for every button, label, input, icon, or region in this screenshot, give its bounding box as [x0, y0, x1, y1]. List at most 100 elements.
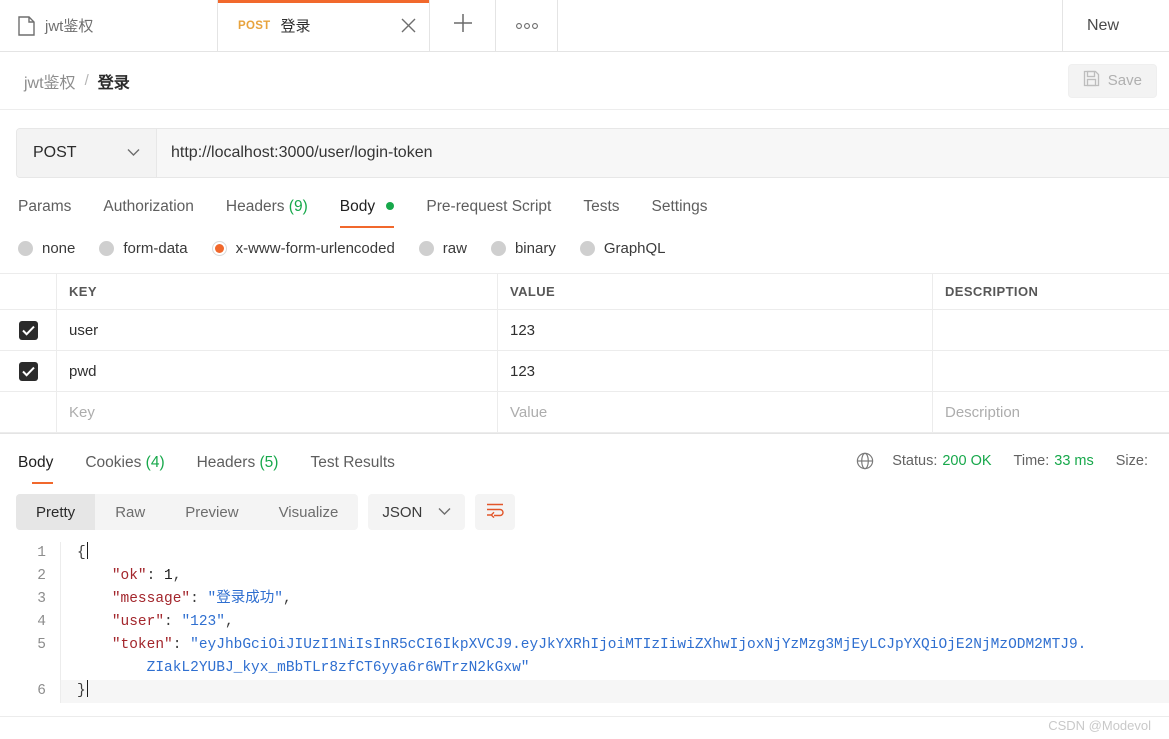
json-colon: :	[146, 568, 165, 584]
url-bar-row: POST http://localhost:3000/user/login-to…	[0, 110, 1169, 178]
globe-icon	[856, 452, 874, 470]
header-key-label: KEY	[69, 284, 97, 299]
response-tab-headers-label: Headers	[196, 454, 256, 471]
tab-request-label: 登录	[280, 18, 311, 35]
tab-bar: jwt鉴权 POST 登录 New	[0, 0, 1169, 52]
response-tab-test-results[interactable]: Test Results	[294, 448, 410, 484]
table-row[interactable]: pwd 123	[0, 351, 1169, 392]
header-description-label: DESCRIPTION	[945, 284, 1039, 299]
checkbox-checked-icon[interactable]	[18, 361, 38, 381]
row-description-cell[interactable]	[933, 351, 1169, 391]
response-body-code[interactable]: 1 { 2 "ok": 1, 3 "message": "登录成功", 4 "u…	[0, 542, 1169, 703]
tab-headers[interactable]: Headers (9)	[210, 192, 324, 228]
response-tab-headers[interactable]: Headers (5)	[181, 448, 295, 484]
table-row[interactable]: user 123	[0, 310, 1169, 351]
tab-pre-request-script[interactable]: Pre-request Script	[410, 192, 567, 228]
body-type-urlencoded[interactable]: x-www-form-urlencoded	[211, 240, 395, 257]
view-mode-raw[interactable]: Raw	[95, 494, 165, 530]
postman-window: jwt鉴权 POST 登录 New jwt鉴权 / 登录 Save POST h…	[0, 0, 1169, 739]
method-select[interactable]: POST	[17, 129, 157, 177]
request-tabs: Params Authorization Headers (9) Body Pr…	[0, 178, 1169, 228]
json-key: "ok"	[111, 568, 147, 584]
placeholder-key-cell[interactable]: Key	[57, 392, 498, 432]
breadcrumb-parent[interactable]: jwt鉴权	[24, 69, 76, 93]
row-checkbox-cell	[0, 310, 57, 350]
placeholder-key-text: Key	[69, 403, 95, 421]
tab-bar-filler	[558, 0, 1062, 51]
placeholder-description-cell[interactable]: Description	[933, 392, 1169, 432]
new-tab-button[interactable]	[430, 0, 496, 51]
chevron-down-icon	[438, 505, 451, 519]
row-key-cell[interactable]: pwd	[57, 351, 498, 391]
breadcrumb-bar: jwt鉴权 / 登录 Save	[0, 52, 1169, 110]
watermark: CSDN @Modevol	[1048, 718, 1151, 733]
response-tab-body[interactable]: Body	[16, 448, 69, 484]
row-value-value: 123	[510, 362, 536, 380]
json-comma: ,	[224, 614, 234, 630]
tab-pre-request-script-label: Pre-request Script	[426, 198, 552, 215]
json-value-wrapped-1: "eyJhbGciOiJIUzI1NiIsInR5cCI6IkpXVCJ9.ey…	[190, 637, 1087, 653]
plus-icon	[452, 10, 474, 41]
new-button[interactable]: New	[1062, 0, 1169, 51]
code-line-content: "token": "eyJhbGciOiJIUzI1NiIsInR5cCI6Ik…	[60, 634, 1169, 657]
tab-tests[interactable]: Tests	[567, 192, 635, 228]
body-type-raw-label: raw	[442, 240, 467, 257]
tab-collection-label: jwt鉴权	[45, 18, 94, 35]
row-value-cell[interactable]: 123	[498, 310, 933, 350]
ellipsis-icon	[514, 19, 540, 33]
row-checkbox-cell	[0, 351, 57, 391]
view-mode-raw-label: Raw	[115, 503, 146, 521]
tab-settings[interactable]: Settings	[636, 192, 724, 228]
body-type-form-data[interactable]: form-data	[99, 240, 188, 257]
word-wrap-button[interactable]	[475, 494, 516, 530]
response-tab-body-label: Body	[18, 454, 54, 471]
breadcrumb-current[interactable]: 登录	[98, 69, 130, 93]
body-params-table: KEY VALUE DESCRIPTION user 123 pwd 123 K…	[0, 273, 1169, 433]
save-button-label: Save	[1107, 72, 1142, 89]
table-placeholder-row[interactable]: Key Value Description	[0, 392, 1169, 433]
placeholder-checkbox-cell	[0, 392, 57, 432]
text-caret	[86, 542, 88, 559]
json-value: "123"	[181, 614, 225, 630]
line-number: 6	[37, 683, 46, 699]
placeholder-value-cell[interactable]: Value	[498, 392, 933, 432]
url-input[interactable]: http://localhost:3000/user/login-token	[157, 129, 1169, 177]
tab-tests-label: Tests	[583, 198, 620, 215]
tab-request-login[interactable]: POST 登录	[218, 0, 430, 51]
row-key-cell[interactable]: user	[57, 310, 498, 350]
tab-authorization[interactable]: Authorization	[87, 192, 209, 228]
body-type-binary-label: binary	[514, 240, 556, 257]
view-mode-pretty[interactable]: Pretty	[16, 494, 96, 530]
view-mode-visualize-label: Visualize	[278, 503, 339, 521]
view-mode-visualize[interactable]: Visualize	[259, 494, 359, 530]
view-mode-preview[interactable]: Preview	[165, 494, 258, 530]
json-value-wrapped-2: ZIakL2YUBJ_kyx_mBbTLr8zfCT6yya6r6WTrzN2k…	[146, 660, 530, 676]
body-type-graphql[interactable]: GraphQL	[579, 240, 666, 257]
tab-body-label: Body	[339, 198, 376, 215]
bottom-divider	[0, 716, 1169, 717]
radio-icon	[18, 241, 33, 256]
row-value-cell[interactable]: 123	[498, 351, 933, 391]
row-description-cell[interactable]	[933, 310, 1169, 350]
response-format-select[interactable]: JSON	[368, 494, 466, 530]
tab-options-button[interactable]	[496, 0, 558, 51]
checkbox-checked-icon[interactable]	[18, 320, 38, 340]
response-tab-headers-count: (5)	[259, 454, 279, 471]
tab-body[interactable]: Body	[324, 192, 411, 228]
body-type-binary[interactable]: binary	[490, 240, 556, 257]
size-label: Size:	[1115, 453, 1148, 469]
code-line-content: ZIakL2YUBJ_kyx_mBbTLr8zfCT6yya6r6WTrzN2k…	[60, 657, 1169, 680]
body-type-none[interactable]: none	[18, 240, 75, 257]
tab-params[interactable]: Params	[16, 192, 87, 228]
tab-method-label: POST	[238, 19, 271, 32]
document-icon	[18, 15, 35, 36]
tab-headers-count: (9)	[288, 198, 308, 215]
close-icon[interactable]	[395, 13, 421, 39]
tab-collection[interactable]: jwt鉴权	[0, 0, 218, 51]
json-value: 1	[164, 568, 173, 584]
line-number: 4	[37, 614, 46, 630]
save-button[interactable]: Save	[1067, 63, 1157, 98]
json-value: "登录成功"	[207, 591, 283, 607]
response-tab-cookies[interactable]: Cookies (4)	[69, 448, 180, 484]
body-type-raw[interactable]: raw	[418, 240, 467, 257]
